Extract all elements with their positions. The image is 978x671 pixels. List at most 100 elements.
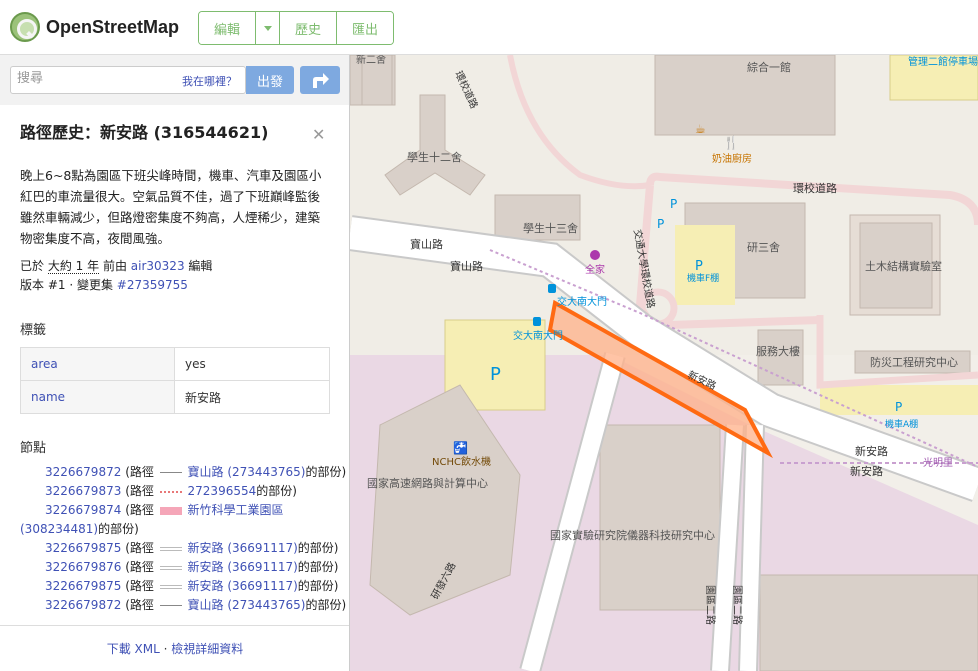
caret-down-icon: [263, 25, 272, 31]
node-link[interactable]: 3226679874: [45, 503, 121, 517]
way-swatch: [159, 584, 182, 589]
node-link[interactable]: 3226679875: [45, 579, 121, 593]
label-disaster: 防災工程研究中心: [870, 355, 958, 369]
edited-mid: 前由: [102, 259, 127, 273]
node-link[interactable]: 3226679872: [45, 598, 121, 612]
sidebar-footer: 下載 XML · 檢視詳細資料: [0, 625, 349, 671]
close-icon[interactable]: ✕: [312, 125, 325, 144]
label-dorm13: 學生十三舍: [523, 221, 578, 235]
version-text: 版本 #1 · 變更集: [20, 278, 113, 292]
tag-value: 新安路: [174, 380, 330, 414]
way-swatch: [159, 490, 182, 493]
label-moto-f: 機車F棚: [687, 272, 719, 284]
node-post: 的部份): [305, 465, 347, 479]
cafe-icon: ☕: [695, 122, 706, 136]
top-header: OpenStreetMap 編輯 歷史 匯出: [0, 0, 978, 55]
nodes-list: 3226679872 (路徑 寶山路 (273443765)的部份) 32266…: [20, 463, 346, 615]
node-link[interactable]: 3226679875: [45, 541, 121, 555]
map-view[interactable]: P P P P P 🍴 ☕ 🚰 綜合一館 管理二館停車場 新二舍 學生十二舍 學…: [350, 55, 978, 671]
view-details-link[interactable]: 檢視詳細資料: [171, 642, 243, 656]
where-am-i-link[interactable]: 我在哪裡？: [182, 73, 237, 89]
directions-button[interactable]: [300, 66, 340, 94]
way-swatch: [159, 605, 182, 606]
label-xinan-3: 新安路: [850, 464, 883, 478]
list-item: 3226679875 (路徑 新安路 (36691117)的部份): [20, 577, 340, 596]
way-link[interactable]: 新安路 (36691117): [188, 560, 298, 574]
tag-key[interactable]: area: [20, 347, 175, 381]
quanjia-shop-icon: [590, 250, 600, 260]
label-quanjia: 全家: [585, 263, 605, 276]
editor-link[interactable]: air30323: [131, 259, 185, 273]
download-xml-link[interactable]: 下載 XML: [107, 642, 160, 656]
search-input[interactable]: [17, 71, 137, 86]
label-mgmt: 管理二館停車場: [908, 55, 978, 68]
tags-heading: 標籤: [20, 323, 47, 338]
label-nchc-water: NCHC飲水機: [432, 455, 491, 468]
parking-icon-a: P: [895, 400, 902, 414]
node-link[interactable]: 3226679872: [45, 465, 121, 479]
parking-f: [675, 225, 735, 305]
label-baoshan-2: 寶山路: [450, 259, 483, 273]
way-swatch: [159, 565, 182, 570]
bus-stop-icon: [548, 284, 556, 293]
parking-icon-campus: P: [657, 217, 664, 231]
sidebar: 我在哪裡？ 出發 路徑歷史：新安路 (316544621) ✕ 晚上6~8點為園…: [0, 55, 350, 671]
building-bottom-right: [759, 574, 978, 671]
node-pre: (路徑: [125, 541, 154, 555]
go-button[interactable]: 出發: [246, 66, 294, 94]
node-link[interactable]: 3226679873: [45, 484, 121, 498]
node-post: 的部份): [297, 541, 339, 555]
label-dorm12: 學生十二舍: [407, 150, 462, 164]
way-link[interactable]: 272396554: [188, 484, 257, 498]
parking-icon-nchc: P: [490, 364, 501, 385]
label-baoshan: 寶山路: [410, 237, 443, 251]
label-research3: 研三舍: [747, 240, 780, 254]
changeset-link[interactable]: #27359755: [117, 278, 188, 292]
tag-key[interactable]: name: [20, 380, 175, 414]
search-bar: 我在哪裡？ 出發: [0, 55, 349, 105]
osm-logo[interactable]: OpenStreetMap: [10, 12, 179, 42]
restaurant-icon: 🍴: [723, 135, 739, 151]
label-civil: 土木結構實驗室: [865, 259, 942, 273]
list-item: 3226679874 (路徑 新竹科學工業園區 (308234481)的部份): [20, 501, 340, 539]
label-south-gate-2: 交大南大門: [513, 329, 563, 342]
way-swatch: [159, 506, 182, 515]
footer-separator: ·: [163, 642, 168, 656]
brand-name: OpenStreetMap: [46, 16, 180, 37]
label-south-gate: 交大南大門: [557, 295, 607, 308]
label-yuanqu-b: 園區二路: [731, 585, 744, 625]
way-link[interactable]: 寶山路 (273443765): [188, 598, 306, 612]
edit-button[interactable]: 編輯: [199, 12, 257, 44]
edited-time: 大約 1 年: [47, 259, 100, 274]
label-service: 服務大樓: [756, 344, 800, 358]
way-link[interactable]: 新安路 (36691117): [188, 541, 298, 555]
bicycle-parking-icon: P: [670, 197, 677, 211]
node-link[interactable]: 3226679876: [45, 560, 121, 574]
node-pre: (路徑: [125, 598, 154, 612]
page-title: 路徑歷史：新安路 (316544621): [20, 123, 269, 142]
node-post: 的部份): [297, 560, 339, 574]
nodes-heading: 節點: [20, 441, 47, 456]
table-row: area yes: [20, 347, 330, 381]
node-post: 的部份): [256, 484, 297, 498]
export-button[interactable]: 匯出: [337, 12, 394, 44]
parking-icon-f: P: [695, 259, 703, 274]
edit-dropdown-button[interactable]: [256, 12, 281, 44]
tags-table: area yes name 新安路: [20, 347, 330, 414]
edited-prefix: 已於: [20, 259, 45, 273]
way-link[interactable]: 新安路 (36691117): [188, 579, 298, 593]
tag-value: yes: [174, 347, 330, 381]
list-item: 3226679872 (路徑 寶山路 (273443765)的部份): [20, 596, 346, 615]
label-admin: 綜合一館: [747, 60, 791, 74]
node-post: 的部份): [297, 579, 339, 593]
label-xin2: 新二舍: [356, 55, 386, 66]
way-swatch: [159, 472, 182, 473]
way-link[interactable]: 寶山路 (273443765): [188, 465, 306, 479]
water-icon: 🚰: [453, 441, 468, 455]
label-ring: 環校道路: [793, 181, 837, 195]
map-canvas: P P P P P 🍴 ☕ 🚰 綜合一館 管理二館停車場 新二舍 學生十二舍 學…: [350, 55, 978, 671]
list-item: 3226679875 (路徑 新安路 (36691117)的部份): [20, 539, 340, 558]
magnifier-logo-icon: [10, 12, 40, 42]
history-button[interactable]: 歷史: [280, 12, 338, 44]
node-pre: (路徑: [125, 579, 154, 593]
